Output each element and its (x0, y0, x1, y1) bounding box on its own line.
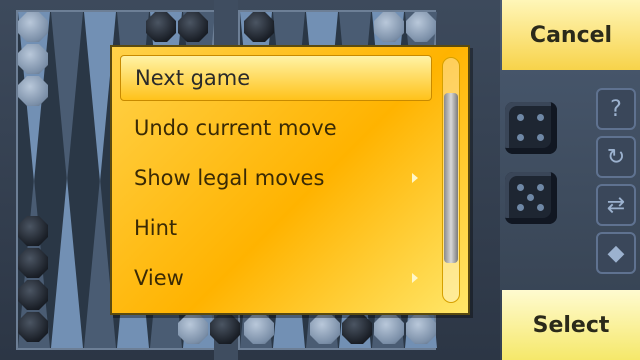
dark-checker[interactable] (18, 280, 48, 310)
dark-checker[interactable] (146, 12, 176, 42)
die-pip (517, 204, 524, 211)
light-checker[interactable] (374, 314, 404, 344)
light-checker[interactable] (406, 314, 436, 344)
die-pip (537, 204, 544, 211)
cancel-softkey[interactable]: Cancel (502, 0, 640, 70)
die-pip (537, 184, 544, 191)
menu-item-label: Show legal moves (134, 166, 325, 190)
light-checker[interactable] (310, 314, 340, 344)
light-checker[interactable] (178, 314, 208, 344)
menu-item-next-game[interactable]: Next game (120, 55, 432, 101)
die-pip (517, 114, 524, 121)
dark-checker[interactable] (210, 314, 240, 344)
die[interactable] (505, 102, 557, 154)
die-pip (537, 134, 544, 141)
menu-item-label: View (134, 266, 184, 290)
select-label: Select (532, 312, 610, 338)
menu-item-show-legal-moves[interactable]: Show legal moves (120, 155, 432, 201)
die-pip (527, 194, 534, 201)
die-pip (517, 134, 524, 141)
menu-item-label: Hint (134, 216, 178, 240)
menu-item-label: Undo current move (134, 116, 337, 140)
submenu-arrow-icon (412, 173, 418, 183)
dark-checker[interactable] (18, 216, 48, 246)
light-checker[interactable] (374, 12, 404, 42)
die-pip (537, 114, 544, 121)
light-checker[interactable] (18, 12, 48, 42)
dark-checker[interactable] (18, 248, 48, 278)
menu-item-label: Next game (135, 66, 251, 90)
board-point[interactable] (51, 178, 83, 348)
board-point[interactable] (51, 12, 83, 182)
light-checker[interactable] (18, 76, 48, 106)
cancel-label: Cancel (529, 22, 613, 48)
swap-icon[interactable]: ⇄ (596, 184, 636, 226)
light-checker[interactable] (406, 12, 436, 42)
menu-item-view[interactable]: View (120, 255, 432, 301)
dark-checker[interactable] (342, 314, 372, 344)
help-icon[interactable]: ? (596, 88, 636, 130)
light-checker[interactable] (18, 44, 48, 74)
menu-scrollbar-thumb[interactable] (444, 93, 458, 263)
dark-checker[interactable] (178, 12, 208, 42)
submenu-arrow-icon (412, 273, 418, 283)
menu-item-hint[interactable]: Hint (120, 205, 432, 251)
menu-item-undo-move[interactable]: Undo current move (120, 105, 432, 151)
diamond-icon[interactable]: ◆ (596, 232, 636, 274)
dark-checker[interactable] (18, 312, 48, 342)
dark-checker[interactable] (244, 12, 274, 42)
die[interactable] (505, 172, 557, 224)
die-pip (517, 184, 524, 191)
select-softkey[interactable]: Select (502, 290, 640, 360)
light-checker[interactable] (244, 314, 274, 344)
rotate-icon[interactable]: ↻ (596, 136, 636, 178)
options-menu[interactable]: Next game Undo current move Show legal m… (110, 45, 470, 315)
